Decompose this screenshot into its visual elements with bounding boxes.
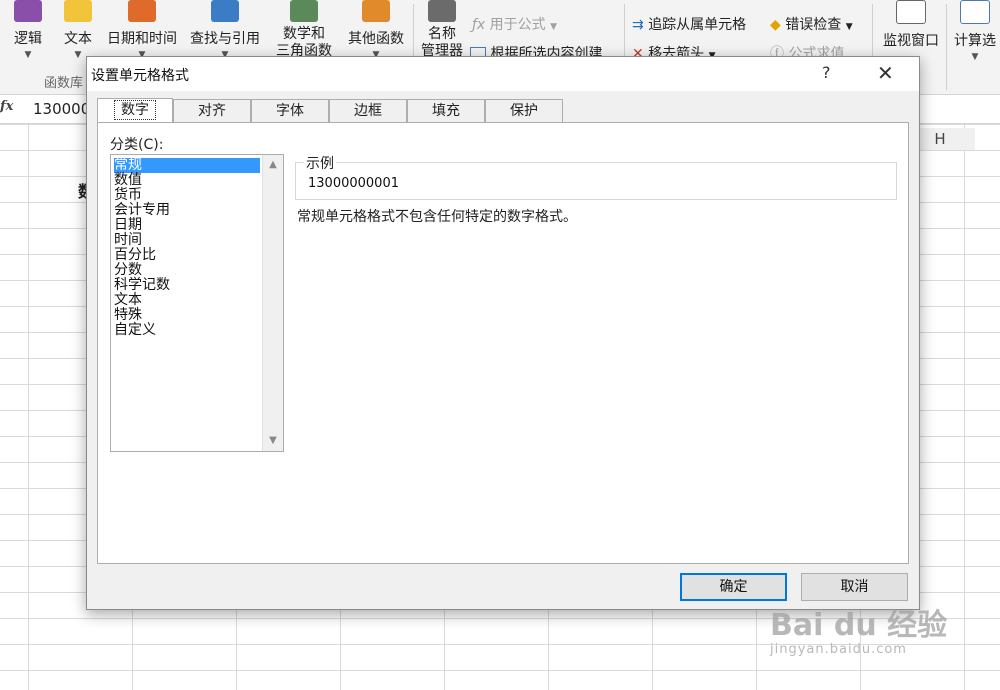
list-item[interactable]: 科学记数: [114, 278, 260, 293]
calc-options-button[interactable]: 计算选 ▼: [950, 0, 1000, 62]
list-item[interactable]: 时间: [114, 233, 260, 248]
list-scrollbar[interactable]: ▲ ▼: [262, 155, 283, 451]
warning-icon: ◆: [770, 17, 781, 33]
trace-dependents-button[interactable]: ⇉ 追踪从属单元格: [632, 14, 746, 34]
tab-number[interactable]: 数字: [97, 98, 173, 123]
text-book-icon: [64, 0, 92, 22]
calendar-icon: [128, 0, 156, 22]
list-item[interactable]: 自定义: [114, 323, 260, 338]
logic-function-button[interactable]: 逻辑 ▼: [8, 0, 48, 60]
list-item[interactable]: 日期: [114, 218, 260, 233]
dialog-title: 设置单元格格式: [91, 68, 189, 84]
magnifier-icon: [211, 0, 239, 22]
format-description: 常规单元格格式不包含任何特定的数字格式。: [297, 209, 577, 225]
watch-window-button[interactable]: 监视窗口: [876, 0, 946, 50]
logic-book-icon: [14, 0, 42, 22]
ok-button[interactable]: 确定: [680, 573, 787, 601]
close-icon[interactable]: ✕: [877, 61, 894, 85]
error-check-button[interactable]: ◆ 错误检查 ▼: [770, 14, 853, 34]
help-button[interactable]: ?: [822, 63, 831, 82]
sample-group: 示例 13000000001: [295, 153, 897, 200]
tab-border[interactable]: 边框: [329, 99, 407, 122]
watermark-brand: Bai du 经验: [770, 608, 948, 643]
chevron-down-icon: ▼: [971, 52, 979, 62]
format-cells-dialog: 设置单元格格式 ? ✕ 数字 对齐 字体 边框 填充 保护 分类(C): 常规 …: [86, 56, 920, 610]
chevron-up-icon[interactable]: ▲: [263, 157, 283, 173]
list-item[interactable]: 货币: [114, 188, 260, 203]
group-label-function-library: 函数库: [44, 76, 84, 91]
text-function-button[interactable]: 文本 ▼: [58, 0, 98, 60]
list-item[interactable]: 特殊: [114, 308, 260, 323]
baidu-watermark: Bai du 经验 jingyan.baidu.com: [770, 600, 947, 657]
glasses-icon: [896, 0, 926, 24]
dialog-titlebar[interactable]: 设置单元格格式 ? ✕: [87, 57, 919, 91]
chevron-down-icon[interactable]: ▼: [263, 433, 283, 449]
math-function-button[interactable]: 数学和 三角函数: [266, 0, 342, 60]
fx-icon[interactable]: fx: [0, 99, 16, 114]
tab-alignment[interactable]: 对齐: [173, 99, 251, 122]
lookup-function-button[interactable]: 查找与引用 ▼: [184, 0, 266, 60]
trace-arrow-icon: ⇉: [632, 17, 644, 33]
list-item[interactable]: 分数: [114, 263, 260, 278]
more-functions-icon: [362, 0, 390, 22]
list-item[interactable]: 百分比: [114, 248, 260, 263]
datetime-function-button[interactable]: 日期和时间 ▼: [102, 0, 182, 60]
ribbon-divider: [946, 4, 947, 90]
math-book-icon: [290, 0, 318, 22]
number-tab-panel: 分类(C): 常规 数值 货币 会计专用 日期 时间 百分比 分数 科学记数 文…: [97, 122, 909, 564]
fx-icon: ƒx: [472, 17, 486, 33]
sample-value: 13000000001: [308, 176, 399, 191]
calculator-icon: [960, 0, 990, 24]
tab-fill[interactable]: 填充: [407, 99, 485, 122]
cancel-button[interactable]: 取消: [801, 573, 908, 601]
chevron-down-icon: ▼: [845, 22, 853, 32]
tab-font[interactable]: 字体: [251, 99, 329, 122]
sample-legend: 示例: [304, 153, 336, 173]
more-functions-button[interactable]: 其他函数 ▼: [342, 0, 410, 60]
tab-protection[interactable]: 保护: [485, 99, 563, 122]
list-item[interactable]: 会计专用: [114, 203, 260, 218]
category-listbox[interactable]: 常规 数值 货币 会计专用 日期 时间 百分比 分数 科学记数 文本 特殊 自定…: [110, 154, 284, 452]
list-item[interactable]: 文本: [114, 293, 260, 308]
category-label: 分类(C):: [110, 137, 164, 153]
chevron-down-icon: ▼: [24, 50, 32, 60]
name-manager-icon: [428, 0, 456, 22]
watermark-url: jingyan.baidu.com: [770, 642, 907, 657]
use-in-formula-button[interactable]: ƒx 用于公式 ▼: [472, 14, 557, 34]
list-item[interactable]: 常规: [114, 158, 260, 173]
list-item[interactable]: 数值: [114, 173, 260, 188]
chevron-down-icon: ▼: [550, 22, 558, 32]
name-manager-button[interactable]: 名称 管理器: [416, 0, 468, 60]
